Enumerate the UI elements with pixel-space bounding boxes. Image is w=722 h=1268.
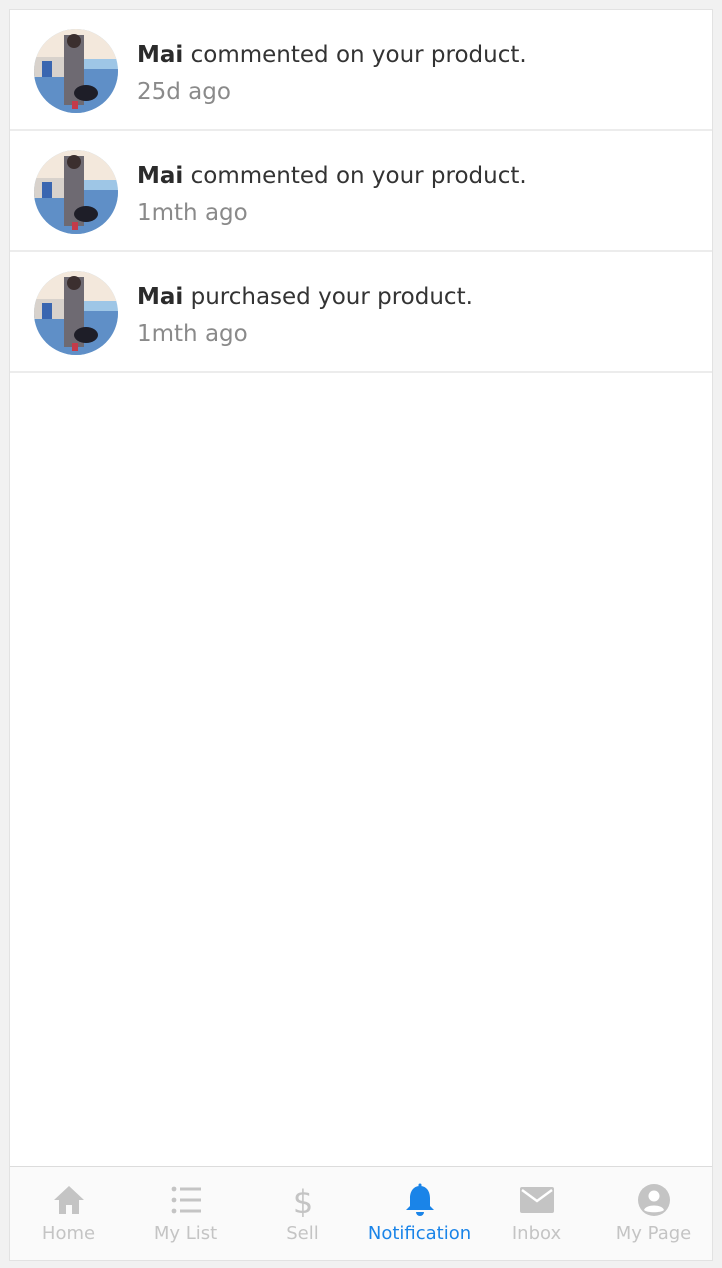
user-circle-icon <box>637 1184 670 1216</box>
tab-my-list[interactable]: My List <box>127 1167 244 1260</box>
tab-my-page[interactable]: My Page <box>595 1167 712 1260</box>
notification-action: purchased your product. <box>190 284 473 310</box>
tab-label: My List <box>153 1223 218 1244</box>
notification-user[interactable]: Mai <box>137 42 183 68</box>
notification-item[interactable]: Mai commented on your product. 1mth ago <box>10 131 712 252</box>
home-icon <box>53 1186 84 1214</box>
tab-home[interactable]: Home <box>10 1167 127 1260</box>
notification-user[interactable]: Mai <box>137 284 183 310</box>
tab-label: Sell <box>286 1223 319 1244</box>
bell-icon <box>405 1183 434 1216</box>
tab-label: My Page <box>615 1223 692 1244</box>
dollar-icon: $ <box>292 1183 312 1217</box>
notification-user[interactable]: Mai <box>137 163 183 189</box>
notification-action: commented on your product. <box>190 42 527 68</box>
notification-list: Mai commented on your product. 25d ago M… <box>10 10 712 373</box>
avatar[interactable] <box>34 29 118 113</box>
tab-notification[interactable]: Notification <box>361 1167 478 1260</box>
notification-item[interactable]: Mai commented on your product. 25d ago <box>10 10 712 131</box>
tab-inbox[interactable]: Inbox <box>478 1167 595 1260</box>
svg-text:$: $ <box>292 1183 312 1217</box>
avatar[interactable] <box>34 271 118 355</box>
notification-message: Mai purchased your product. <box>137 280 473 314</box>
mail-icon <box>519 1187 554 1213</box>
notification-time: 1mth ago <box>137 321 248 347</box>
bottom-tab-bar: Home My List $ Sell Notification Inbox M… <box>10 1166 712 1260</box>
list-icon <box>171 1186 201 1214</box>
notification-action: commented on your product. <box>190 163 527 189</box>
tab-sell[interactable]: $ Sell <box>244 1167 361 1260</box>
tab-label: Notification <box>367 1223 472 1244</box>
tab-label: Home <box>41 1223 96 1244</box>
app-window: Mai commented on your product. 25d ago M… <box>9 9 713 1261</box>
notification-message: Mai commented on your product. <box>137 38 527 72</box>
avatar[interactable] <box>34 150 118 234</box>
notification-item[interactable]: Mai purchased your product. 1mth ago <box>10 252 712 373</box>
notification-message: Mai commented on your product. <box>137 159 527 193</box>
notification-time: 25d ago <box>137 79 231 105</box>
tab-label: Inbox <box>511 1223 562 1244</box>
notification-time: 1mth ago <box>137 200 248 226</box>
